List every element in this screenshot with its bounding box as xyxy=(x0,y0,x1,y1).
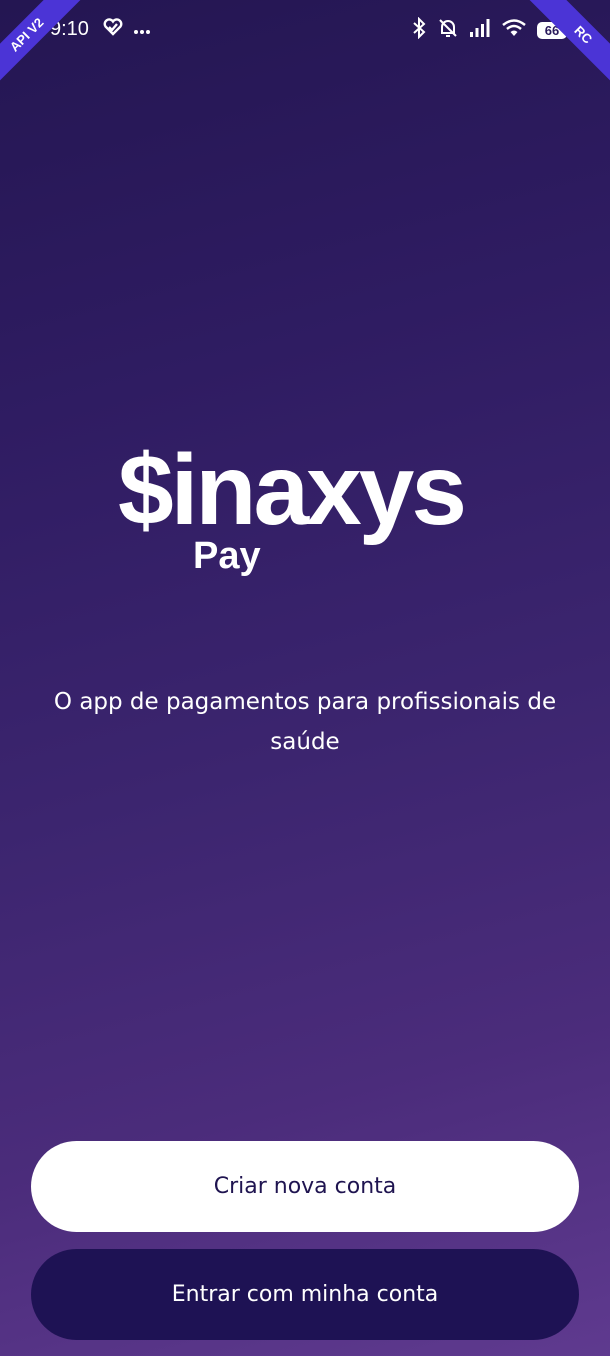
more-dots-icon xyxy=(133,20,151,39)
tagline: O app de pagamentos para profissionais d… xyxy=(53,689,557,755)
muted-bell-icon xyxy=(437,17,459,43)
status-bar: 9:10 66 xyxy=(0,0,610,58)
bluetooth-icon xyxy=(411,16,427,43)
status-left-icons xyxy=(103,18,151,40)
brand-sub: Pay xyxy=(193,535,261,577)
wifi-icon xyxy=(501,18,527,42)
signal-icon xyxy=(469,18,491,42)
create-account-button[interactable]: Criar nova conta xyxy=(31,1141,579,1232)
status-right-icons: 66 xyxy=(411,16,570,43)
sign-in-button[interactable]: Entrar com minha conta xyxy=(31,1249,579,1340)
brand-logo: $inaxys Pay xyxy=(0,430,610,600)
heart-health-icon xyxy=(103,18,123,40)
brand-wordmark: $inaxys xyxy=(118,434,467,546)
